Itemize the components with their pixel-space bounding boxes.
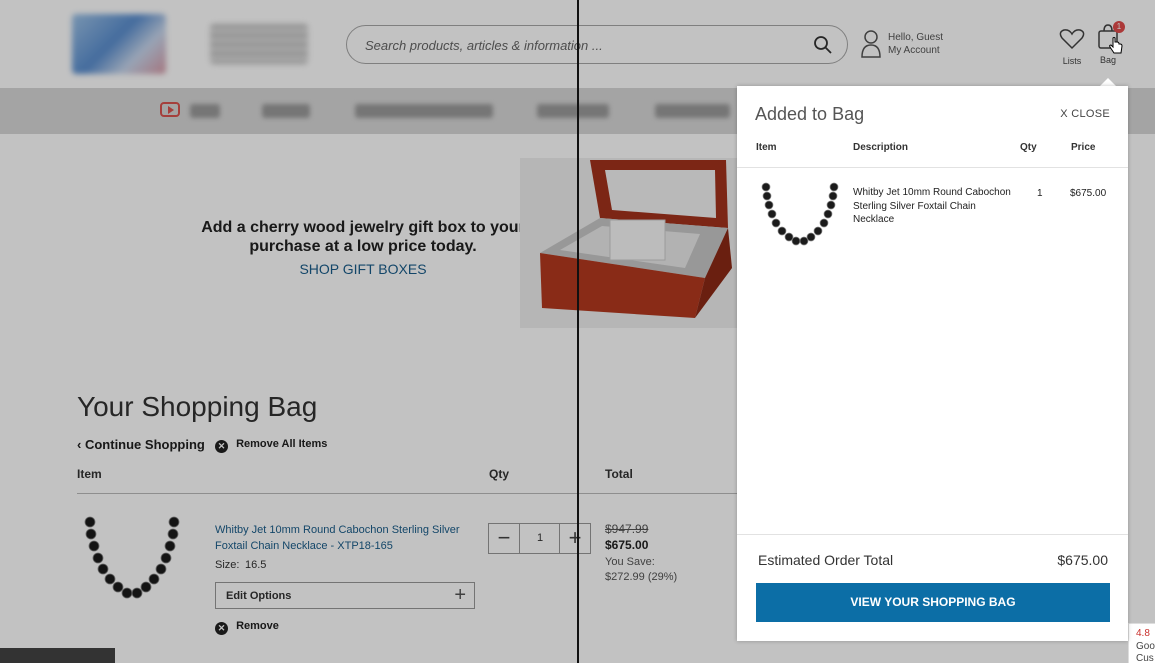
panel-pointer [1100, 78, 1116, 86]
rating-badge[interactable]: 4.8 Goo Cus [1128, 623, 1155, 663]
close-panel-button[interactable]: X CLOSE [1060, 108, 1110, 120]
view-shopping-bag-button[interactable]: VIEW YOUR SHOPPING BAG [756, 583, 1110, 622]
panel-header-item: Item [756, 142, 777, 153]
hand-cursor-icon [1109, 37, 1123, 54]
divider [737, 167, 1128, 168]
panel-title: Added to Bag [755, 104, 865, 124]
added-to-bag-panel: Added to Bag X CLOSE Item Description Qt… [737, 86, 1128, 641]
panel-product-thumbnail [761, 182, 839, 246]
panel-product-description: Whitby Jet 10mm Round Cabochon Sterling … [853, 187, 1011, 225]
panel-header-description: Description [853, 142, 909, 153]
rating-line: Cus [1136, 653, 1154, 663]
panel-header-qty: Qty [1020, 142, 1037, 153]
vertical-divider-line [577, 0, 579, 663]
rating-line: Goo [1136, 641, 1155, 652]
estimated-total-label: Estimated Order Total [758, 552, 894, 568]
divider [737, 534, 1128, 535]
estimated-total-value: $675.00 [1057, 552, 1108, 568]
panel-product-qty: 1 [1037, 188, 1043, 199]
panel-product-price: $675.00 [1070, 188, 1107, 199]
panel-header-price: Price [1071, 142, 1096, 153]
rating-score: 4.8 [1136, 628, 1150, 639]
